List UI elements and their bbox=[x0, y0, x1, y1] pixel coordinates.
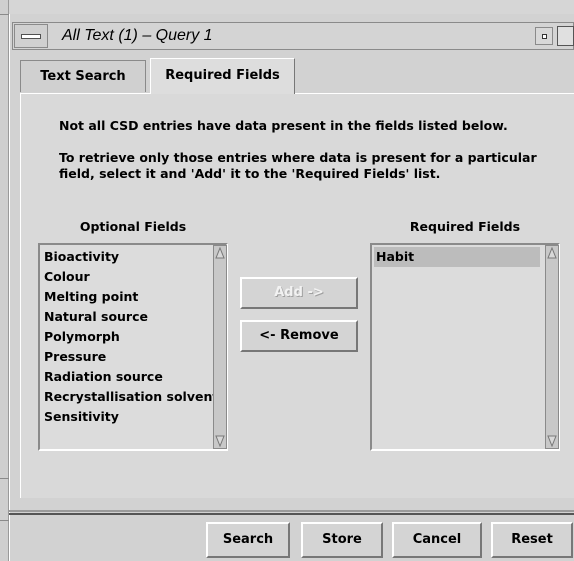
optional-fields-scrollbar[interactable] bbox=[213, 245, 227, 449]
optional-fields-list[interactable]: Bioactivity Colour Melting point Natural… bbox=[38, 243, 228, 451]
store-button[interactable]: Store bbox=[301, 522, 383, 558]
search-button[interactable]: Search bbox=[206, 522, 290, 558]
optional-fields-header: Optional Fields bbox=[79, 219, 187, 234]
list-item[interactable]: Recrystallisation solvent bbox=[42, 387, 224, 407]
remove-button[interactable]: <- Remove bbox=[240, 320, 358, 352]
required-fields-scrollbar[interactable] bbox=[545, 245, 559, 449]
info-text-line3: field, select it and 'Add' it to the 'Re… bbox=[59, 166, 441, 181]
list-item[interactable]: Natural source bbox=[42, 307, 224, 327]
list-item[interactable]: Melting point bbox=[42, 287, 224, 307]
cancel-button[interactable]: Cancel bbox=[392, 522, 482, 558]
scroll-down-icon[interactable] bbox=[215, 435, 225, 447]
required-fields-list[interactable]: Habit bbox=[370, 243, 560, 451]
list-item[interactable]: Colour bbox=[42, 267, 224, 287]
scroll-up-icon[interactable] bbox=[215, 247, 225, 259]
window-title: All Text (1) – Query 1 bbox=[62, 27, 213, 44]
list-item[interactable]: Radiation source bbox=[42, 367, 224, 387]
minimize-icon bbox=[542, 34, 547, 39]
reset-button[interactable]: Reset bbox=[491, 522, 573, 558]
list-item[interactable]: Polymorph bbox=[42, 327, 224, 347]
list-item[interactable]: Sensitivity bbox=[42, 407, 224, 427]
window-left-frame bbox=[0, 0, 9, 561]
info-text-line2: To retrieve only those entries where dat… bbox=[59, 150, 537, 165]
list-item[interactable]: Habit bbox=[374, 247, 540, 267]
list-item[interactable]: Pressure bbox=[42, 347, 224, 367]
minimize-button[interactable] bbox=[535, 27, 553, 45]
separator bbox=[9, 510, 574, 512]
info-text-line1: Not all CSD entries have data present in… bbox=[59, 118, 508, 133]
tab-required-fields[interactable]: Required Fields bbox=[150, 58, 295, 94]
separator bbox=[9, 513, 574, 515]
required-fields-header: Required Fields bbox=[409, 219, 521, 234]
tab-text-search[interactable]: Text Search bbox=[20, 60, 146, 92]
window-menu-icon bbox=[21, 34, 41, 39]
maximize-button[interactable] bbox=[557, 26, 574, 46]
scroll-up-icon[interactable] bbox=[547, 247, 557, 259]
window-menu-button[interactable] bbox=[14, 24, 48, 48]
add-button[interactable]: Add -> bbox=[240, 277, 358, 309]
scroll-down-icon[interactable] bbox=[547, 435, 557, 447]
list-item[interactable]: Bioactivity bbox=[42, 247, 224, 267]
